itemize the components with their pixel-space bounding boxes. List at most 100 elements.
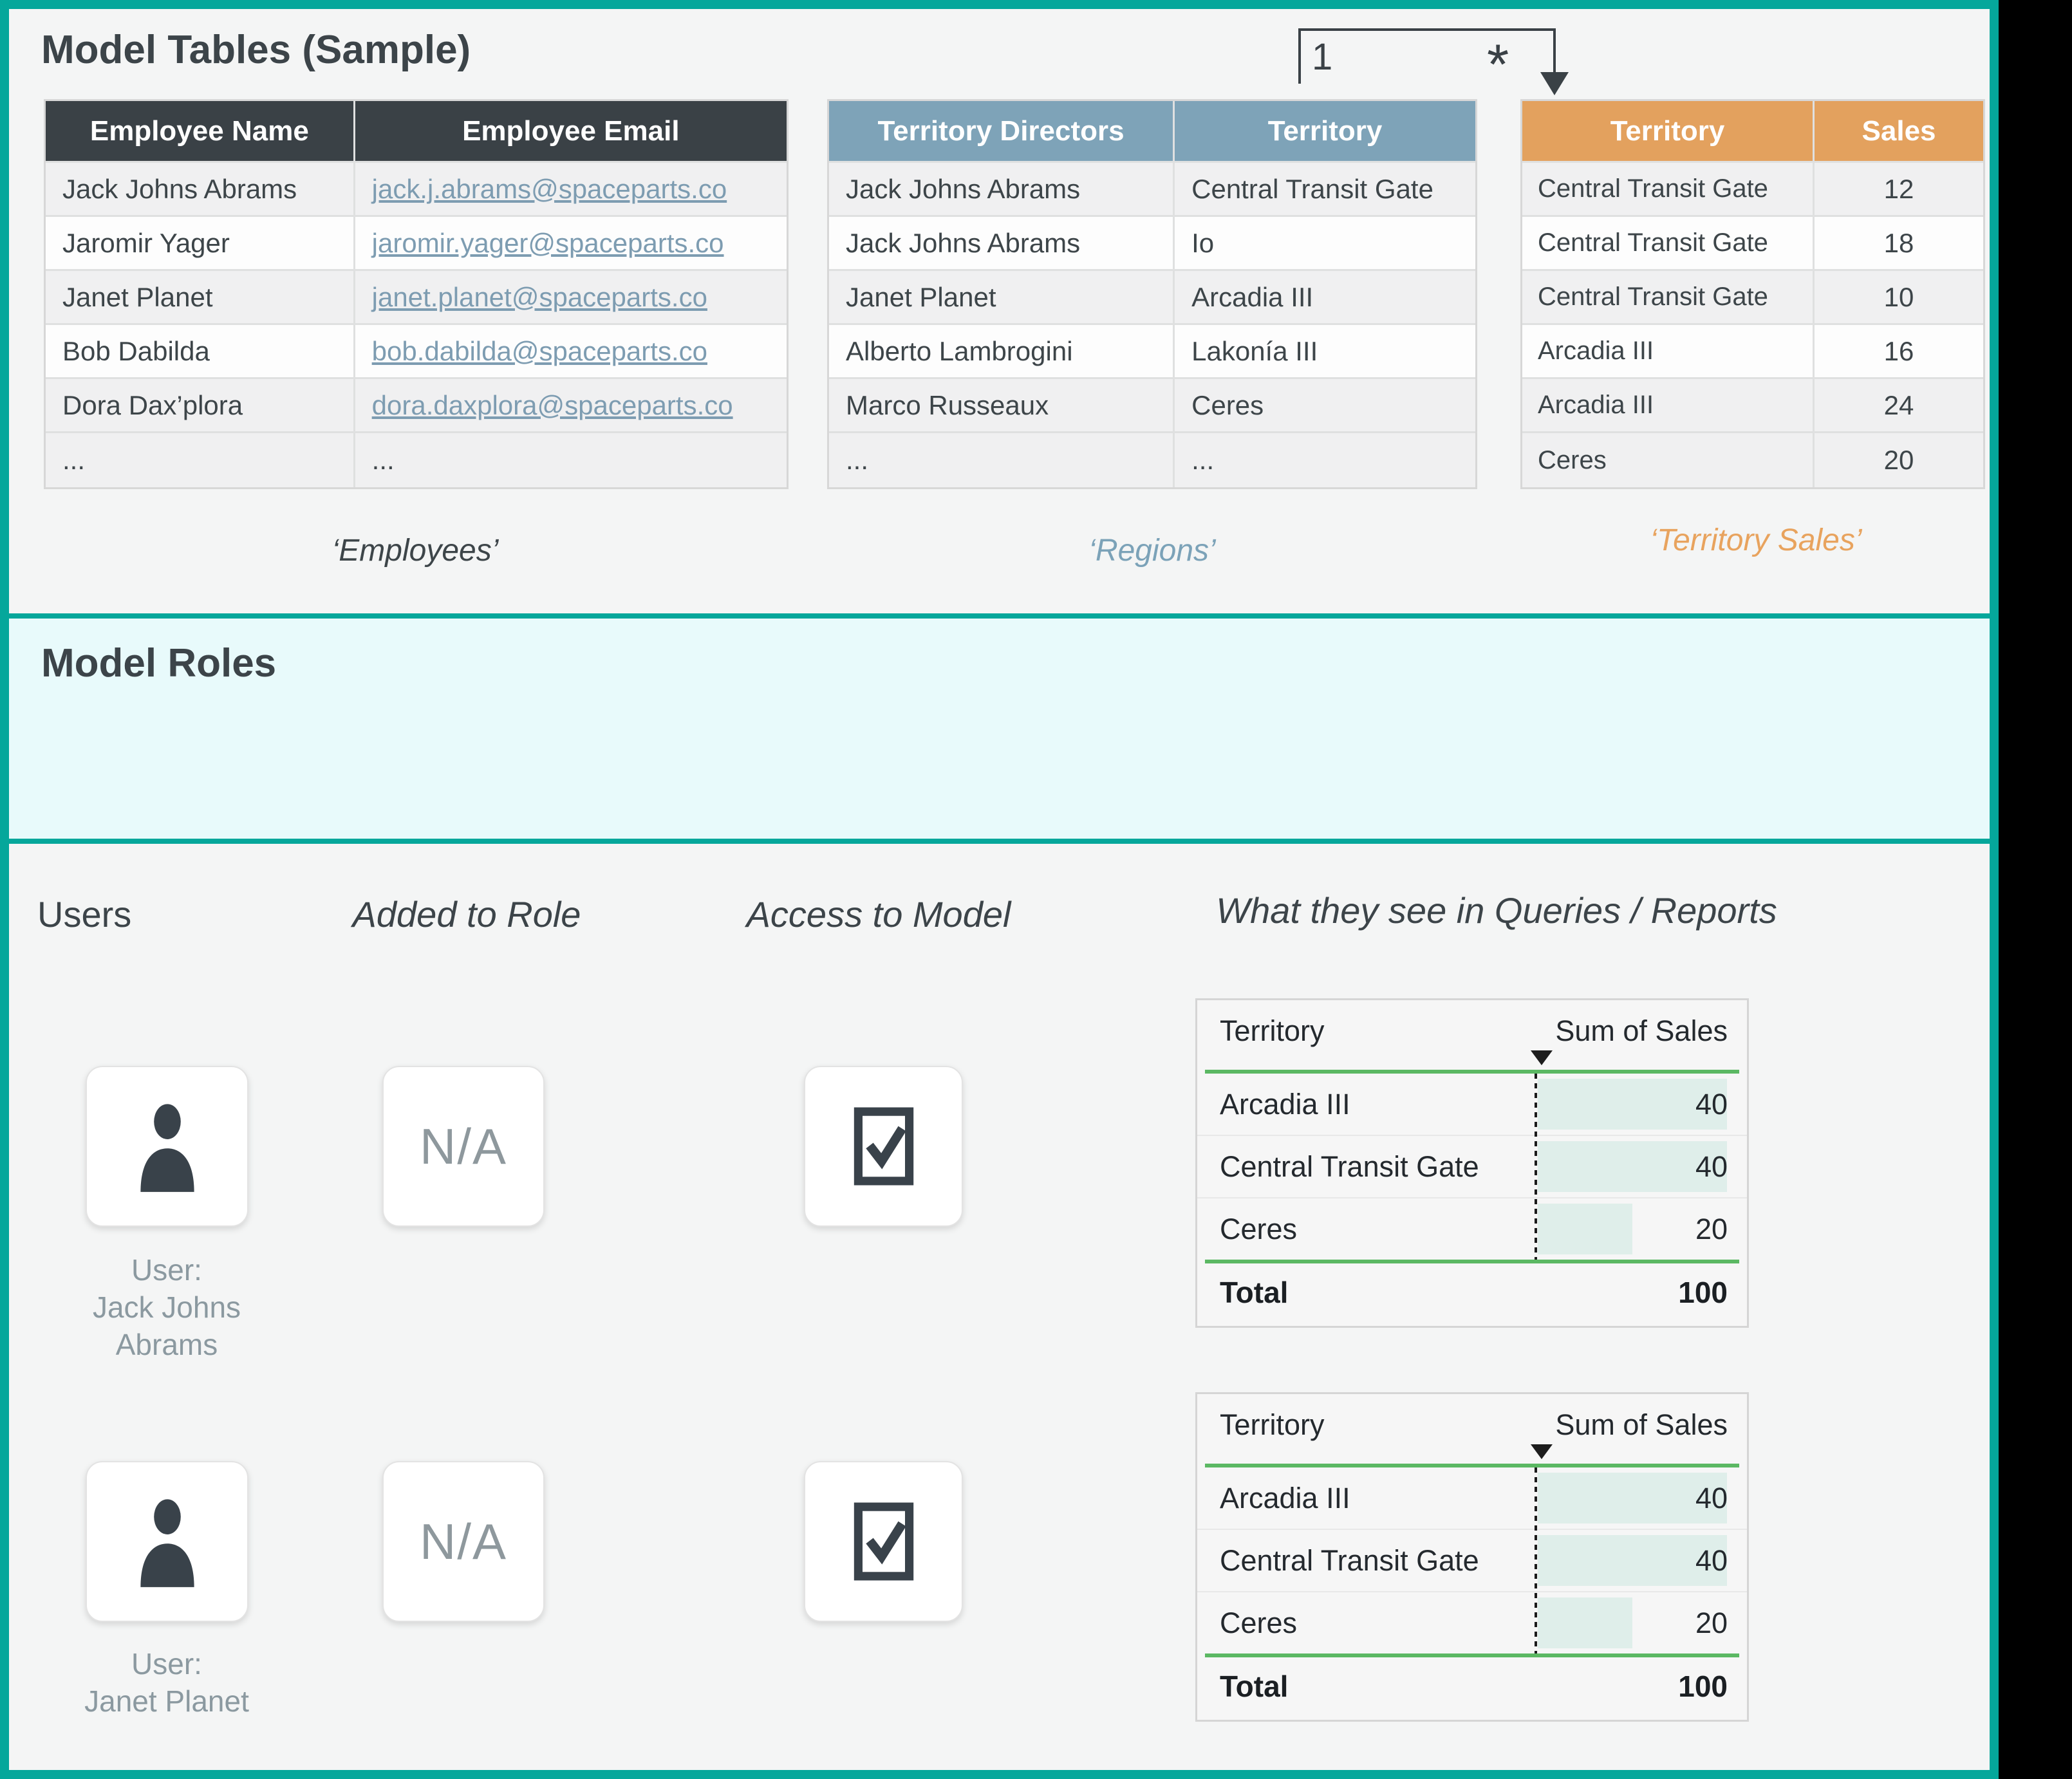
table-cell: 10 bbox=[1813, 271, 1983, 323]
column-divider-dashed bbox=[1535, 1467, 1537, 1653]
table-cell: ... bbox=[829, 433, 1173, 487]
report-territory-value: Central Transit Gate bbox=[1220, 1150, 1479, 1184]
table-cell: 18 bbox=[1813, 217, 1983, 269]
report-header: TerritorySum of Sales bbox=[1197, 1000, 1747, 1070]
table-row: Arcadia III16 bbox=[1522, 325, 1983, 379]
user-caption-line: User: bbox=[38, 1645, 295, 1682]
total-label: Total bbox=[1220, 1669, 1288, 1704]
report-table-jack: TerritorySum of SalesArcadia III40Centra… bbox=[1195, 998, 1749, 1328]
column-header: Territory Directors bbox=[829, 101, 1173, 161]
user-caption-jack: User:Jack JohnsAbrams bbox=[38, 1251, 295, 1363]
added-to-role-card: N/A bbox=[382, 1461, 545, 1622]
email-link[interactable]: jaromir.yager@spaceparts.co bbox=[372, 228, 724, 259]
table-caption-territory-sales: ‘Territory Sales’ bbox=[1611, 523, 1901, 558]
report-total-row: Total100 bbox=[1197, 1657, 1747, 1715]
table-cell: bob.dabilda@spaceparts.co bbox=[353, 325, 787, 377]
table-cell: 16 bbox=[1813, 325, 1983, 377]
user-caption-line: User: bbox=[38, 1251, 295, 1289]
table-cell: Arcadia III bbox=[1522, 379, 1813, 431]
column-header: Territory bbox=[1522, 101, 1813, 161]
user-card bbox=[86, 1461, 248, 1622]
table-cell: Jaromir Yager bbox=[46, 217, 353, 269]
checkbox-checked-icon bbox=[848, 1104, 919, 1188]
table-cell: janet.planet@spaceparts.co bbox=[353, 271, 787, 323]
table-row: Central Transit Gate10 bbox=[1522, 271, 1983, 325]
table-row: Jack Johns AbramsIo bbox=[829, 217, 1475, 271]
table-cell: 20 bbox=[1813, 433, 1983, 487]
sort-descending-icon bbox=[1531, 1444, 1553, 1459]
email-link[interactable]: dora.daxplora@spaceparts.co bbox=[372, 390, 733, 421]
table-cell: Janet Planet bbox=[46, 271, 353, 323]
table-cell: Lakonía III bbox=[1173, 325, 1475, 377]
table-cell: jack.j.abrams@spaceparts.co bbox=[353, 163, 787, 215]
table-cell: jaromir.yager@spaceparts.co bbox=[353, 217, 787, 269]
model-roles-title: Model Roles bbox=[41, 640, 1990, 686]
table-cell: Central Transit Gate bbox=[1522, 217, 1813, 269]
reports-header: What they see in Queries / Reports bbox=[1130, 890, 1863, 931]
access-to-model-card bbox=[804, 1066, 963, 1227]
report-sum-of-sales-header: Sum of Sales bbox=[1555, 1408, 1728, 1442]
table-row: Ceres20 bbox=[1522, 433, 1983, 487]
report-sales-value: 40 bbox=[1695, 1544, 1728, 1578]
report-body: Arcadia III40Central Transit Gate40Ceres… bbox=[1197, 1467, 1747, 1653]
table-row: Arcadia III24 bbox=[1522, 379, 1983, 433]
table-cell: Io bbox=[1173, 217, 1475, 269]
regions-table: Territory DirectorsTerritoryJack Johns A… bbox=[827, 99, 1477, 489]
table-row: Janet PlanetArcadia III bbox=[829, 271, 1475, 325]
table-cell: Central Transit Gate bbox=[1173, 163, 1475, 215]
table-cell: ... bbox=[353, 433, 787, 487]
table-cell: Marco Russeaux bbox=[829, 379, 1173, 431]
table-row: Bob Dabildabob.dabilda@spaceparts.co bbox=[46, 325, 787, 379]
email-link[interactable]: jack.j.abrams@spaceparts.co bbox=[372, 174, 727, 205]
user-caption-line: Jack Johns bbox=[38, 1289, 295, 1326]
table-row: Central Transit Gate18 bbox=[1522, 217, 1983, 271]
relationship-line-one-end bbox=[1298, 28, 1301, 84]
table-cell: Central Transit Gate bbox=[1522, 163, 1813, 215]
relationship-one-label: 1 bbox=[1312, 39, 1332, 76]
table-cell: Janet Planet bbox=[829, 271, 1173, 323]
report-sales-value: 40 bbox=[1695, 1150, 1728, 1184]
report-territory-value: Arcadia III bbox=[1220, 1482, 1350, 1515]
email-link[interactable]: janet.planet@spaceparts.co bbox=[372, 282, 707, 313]
user-caption-janet: User:Janet Planet bbox=[38, 1645, 295, 1720]
relationship-line-many-end bbox=[1553, 28, 1556, 75]
table-row: ...... bbox=[46, 433, 787, 487]
table-cell: dora.daxplora@spaceparts.co bbox=[353, 379, 787, 431]
table-cell: Dora Dax’plora bbox=[46, 379, 353, 431]
table-cell: ... bbox=[1173, 433, 1475, 487]
report-territory-value: Ceres bbox=[1220, 1607, 1297, 1640]
person-icon bbox=[126, 1493, 209, 1590]
sort-descending-icon bbox=[1531, 1050, 1553, 1065]
user-card bbox=[86, 1066, 248, 1227]
table-cell: 12 bbox=[1813, 163, 1983, 215]
person-icon bbox=[126, 1098, 209, 1195]
email-link[interactable]: bob.dabilda@spaceparts.co bbox=[372, 336, 707, 367]
employees-table: Employee NameEmployee EmailJack Johns Ab… bbox=[44, 99, 789, 489]
table-header-row: TerritorySales bbox=[1522, 101, 1983, 163]
report-total-row: Total100 bbox=[1197, 1263, 1747, 1321]
table-cell: Ceres bbox=[1522, 433, 1813, 487]
checkbox-checked-icon bbox=[848, 1500, 919, 1583]
column-header: Employee Name bbox=[46, 101, 353, 161]
report-row: Arcadia III40 bbox=[1197, 1467, 1747, 1530]
data-bar bbox=[1538, 1597, 1632, 1648]
table-row: Jaromir Yager jaromir.yager@spaceparts.co bbox=[46, 217, 787, 271]
table-row: Jack Johns AbramsCentral Transit Gate bbox=[829, 163, 1475, 217]
data-bar bbox=[1538, 1204, 1632, 1254]
table-cell: Jack Johns Abrams bbox=[46, 163, 353, 215]
page: { "colors": { "accent_teal": "#05a79b", … bbox=[0, 0, 2072, 1779]
relationship-many-label: * bbox=[1487, 36, 1509, 93]
table-header-row: Employee NameEmployee Email bbox=[46, 101, 787, 163]
table-cell: Jack Johns Abrams bbox=[829, 163, 1173, 215]
report-body: Arcadia III40Central Transit Gate40Ceres… bbox=[1197, 1074, 1747, 1260]
users-header: Users bbox=[37, 893, 131, 935]
report-row: Central Transit Gate40 bbox=[1197, 1530, 1747, 1592]
report-territory-value: Ceres bbox=[1220, 1213, 1297, 1246]
table-cell: ... bbox=[46, 433, 353, 487]
report-sum-of-sales-header: Sum of Sales bbox=[1555, 1014, 1728, 1048]
column-divider-dashed bbox=[1535, 1074, 1537, 1260]
user-caption-line: Janet Planet bbox=[38, 1682, 295, 1720]
table-caption-employees: ‘Employees’ bbox=[286, 533, 544, 568]
relationship-line-horizontal bbox=[1298, 28, 1556, 31]
total-label: Total bbox=[1220, 1275, 1288, 1310]
